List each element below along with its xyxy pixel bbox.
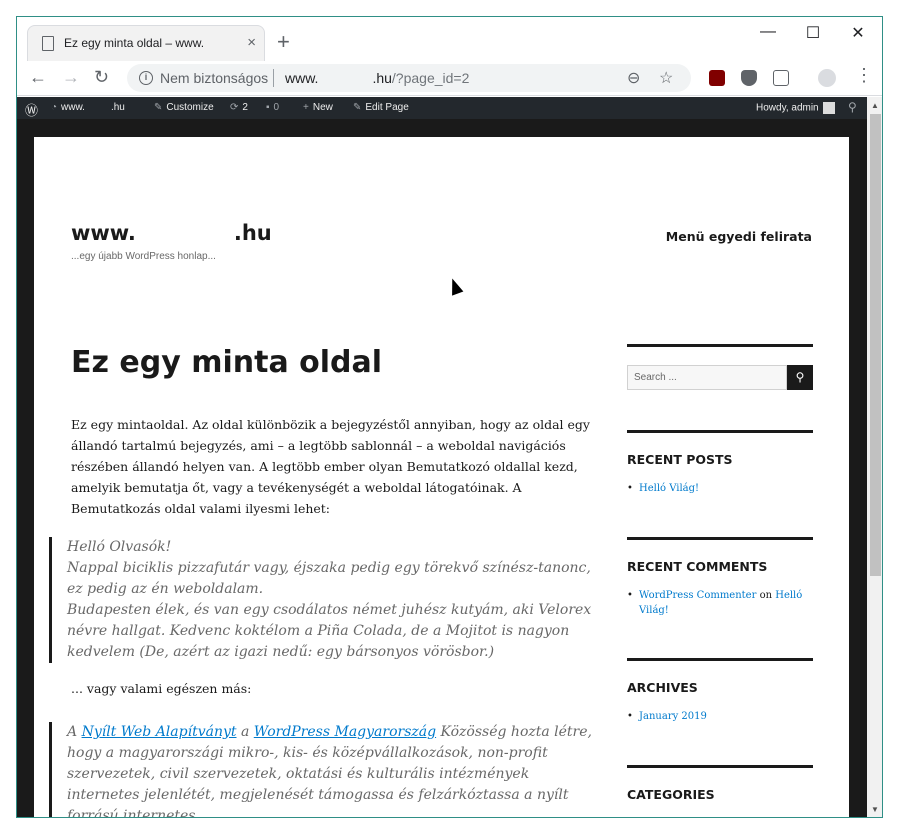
zoom-out-icon[interactable]: ⊖	[627, 68, 640, 88]
browser-tab[interactable]: Ez egy minta oldal – www. ×	[27, 25, 265, 61]
widget-title: Recent Posts	[627, 452, 733, 467]
quote-line: Helló Olvasók!	[67, 539, 172, 555]
wp-admin-bar: Ⓦ ◔ www. .hu ✎ Customize ⟳ 2 ▪ 0 + New ✎ Edit P…	[17, 97, 867, 119]
new-tab-icon[interactable]: +	[277, 31, 290, 53]
scrollbar[interactable]: ▲ ▼	[867, 97, 882, 817]
plus-icon: +	[303, 102, 309, 113]
redacted-host	[318, 71, 373, 88]
wordpress-logo-icon[interactable]: Ⓦ	[25, 100, 38, 119]
admin-search-icon[interactable]: ⚲	[848, 100, 857, 114]
url-separator	[273, 69, 274, 87]
admin-site-link[interactable]: ◔ www. .hu	[51, 102, 125, 113]
pocket-icon[interactable]	[741, 70, 757, 86]
list-item: Helló Világ!	[627, 481, 813, 496]
minimize-icon[interactable]: —	[753, 23, 783, 43]
ublock-icon[interactable]	[709, 70, 725, 86]
scroll-down-icon[interactable]: ▼	[871, 805, 879, 814]
browser-toolbar: ← → ↻ i Nem biztonságos www. .hu/?page_id…	[17, 61, 882, 96]
customize-link[interactable]: ✎ Customize	[154, 102, 214, 113]
comment-icon: ▪	[266, 102, 270, 113]
categories-widget: Categories	[627, 765, 813, 802]
entry-paragraph: ... vagy valami egészen más:	[71, 681, 252, 696]
page-content: www. .hu ...egy újabb WordPress honlap...…	[34, 137, 849, 817]
list-item: WordPress Commenter on Helló Világ!	[627, 588, 813, 618]
quote-line: Nappal biciklis pizzafutár vagy, éjszaka…	[67, 560, 591, 597]
recent-post-link[interactable]: Helló Világ!	[639, 483, 699, 494]
search-input[interactable]: Search ...	[627, 365, 787, 390]
entry-title: Ez egy minta oldal	[71, 345, 383, 380]
updates-link[interactable]: ⟳ 2	[230, 102, 248, 113]
back-icon[interactable]: ←	[29, 67, 47, 88]
search-widget: Search ... ⚲	[627, 344, 813, 390]
close-window-icon[interactable]: ✕	[843, 23, 873, 43]
forward-icon[interactable]: →	[62, 67, 80, 88]
redacted-title	[135, 224, 234, 244]
primary-menu-item[interactable]: Menü egyedi felirata	[666, 229, 812, 244]
search-button[interactable]: ⚲	[787, 365, 813, 390]
nyilt-web-link[interactable]: Nyílt Web Alapítványt	[82, 724, 237, 740]
new-content-link[interactable]: + New	[303, 102, 333, 113]
widget-title: Archives	[627, 680, 698, 695]
edit-page-link[interactable]: ✎ Edit Page	[353, 102, 409, 113]
tab-title: Ez egy minta oldal – www.	[64, 36, 205, 50]
howdy-link[interactable]: Howdy, admin	[756, 102, 835, 114]
scroll-up-icon[interactable]: ▲	[871, 101, 879, 110]
search-icon: ⚲	[795, 370, 805, 384]
site-description: ...egy újabb WordPress honlap...	[71, 251, 216, 262]
recent-comments-widget: Recent Comments WordPress Commenter on H…	[627, 537, 813, 618]
site-title[interactable]: www. .hu	[71, 221, 272, 245]
profile-icon[interactable]	[818, 69, 836, 87]
dashboard-icon: ◔	[51, 102, 58, 113]
entry-paragraph: Ez egy mintaoldal. Az oldal különbözik a…	[71, 417, 590, 516]
quote-line: Budapesten élek, és van egy csodálatos n…	[67, 602, 592, 660]
comment-author-link[interactable]: WordPress Commenter	[639, 590, 756, 601]
title-bar: Ez egy minta oldal – www. × + — ☐ ✕	[17, 17, 882, 61]
scroll-thumb[interactable]	[870, 114, 881, 576]
security-label: Nem biztonságos	[160, 70, 269, 86]
blockquote: Helló Olvasók! Nappal biciklis pizzafutá…	[49, 537, 594, 663]
widget-title: Recent Comments	[627, 559, 768, 574]
archive-link[interactable]: January 2019	[639, 711, 707, 722]
page-icon	[42, 36, 54, 51]
star-icon[interactable]: ☆	[659, 68, 673, 88]
maximize-icon[interactable]: ☐	[798, 23, 828, 43]
reload-icon[interactable]: ↻	[94, 67, 109, 88]
list-item: January 2019	[627, 709, 813, 724]
menu-icon[interactable]: ⋮	[855, 65, 873, 86]
brush-icon: ✎	[154, 102, 163, 113]
archives-widget: Archives January 2019	[627, 658, 813, 724]
updates-icon: ⟳	[230, 102, 239, 113]
widget-title: Categories	[627, 787, 715, 802]
close-tab-icon[interactable]: ×	[247, 34, 256, 51]
url-text[interactable]: www. .hu/?page_id=2	[285, 70, 469, 88]
recent-posts-widget: Recent Posts Helló Világ!	[627, 430, 813, 496]
address-bar[interactable]: i Nem biztonságos www. .hu/?page_id=2 ⊖ ☆	[127, 64, 691, 92]
page-frame: www. .hu ...egy újabb WordPress honlap...…	[17, 119, 867, 817]
wordpress-hu-link[interactable]: WordPress Magyarország	[254, 724, 436, 740]
info-icon[interactable]: i	[139, 71, 153, 85]
pencil-icon: ✎	[353, 102, 362, 113]
comments-link[interactable]: ▪ 0	[266, 102, 279, 113]
blockquote: A Nyílt Web Alapítványt a WordPress Magy…	[49, 722, 594, 817]
browser-window: Ez egy minta oldal – www. × + — ☐ ✕ ← → …	[16, 16, 883, 818]
avatar	[822, 102, 835, 114]
reader-icon[interactable]	[773, 70, 789, 86]
